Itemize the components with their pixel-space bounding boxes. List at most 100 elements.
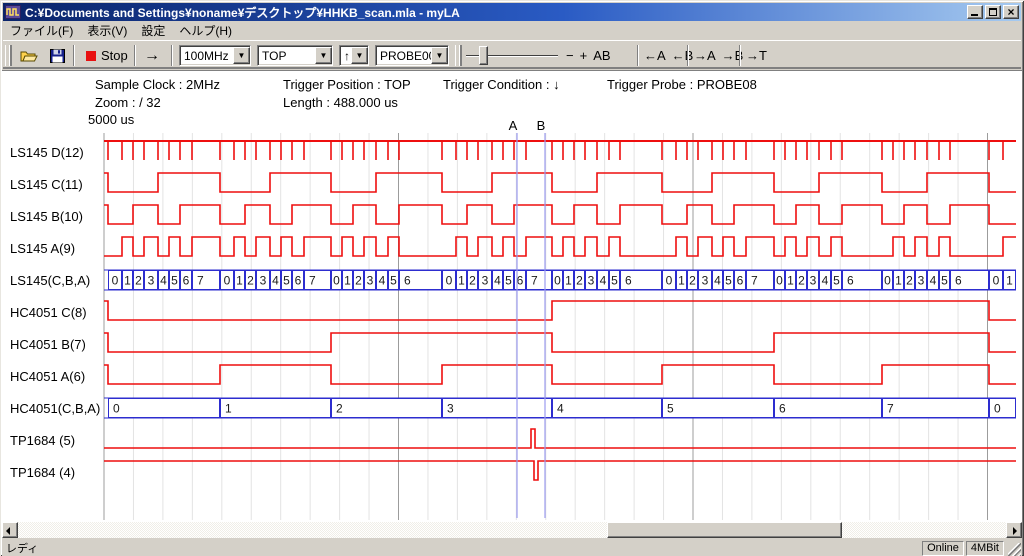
- bus-cell-value: 5: [390, 274, 397, 288]
- bus-cell-value: 1: [458, 274, 465, 288]
- bus-cell-value: 4: [600, 274, 607, 288]
- bus-cell: [883, 399, 989, 418]
- bus-cell-value: 1: [895, 274, 902, 288]
- bus-cell-value: 4: [379, 274, 386, 288]
- bus-cell-value: 4: [822, 274, 829, 288]
- bus-cell-value: 6: [295, 274, 302, 288]
- bit-waveform: [104, 365, 1016, 384]
- pulse-waveform: [104, 461, 1016, 480]
- channel-label: LS145 C(11): [10, 177, 83, 192]
- bus-cell-value: 1: [225, 402, 232, 416]
- channel-label: HC4051 B(7): [10, 337, 86, 352]
- bus-cell-value: 0: [993, 274, 1000, 288]
- bus-cell: [109, 399, 220, 418]
- bus-cell-value: 2: [576, 274, 583, 288]
- bus-cell-value: 3: [588, 274, 595, 288]
- bus-cell-value: 0: [884, 274, 891, 288]
- bit-waveform: [104, 173, 1016, 192]
- cursor-a-label: A: [509, 118, 518, 133]
- bus-cell-value: 6: [779, 402, 786, 416]
- resize-grip[interactable]: [1008, 543, 1021, 556]
- bus-cell-value: 2: [798, 274, 805, 288]
- bus-cell-value: 3: [482, 274, 489, 288]
- bus-cell-value: 4: [494, 274, 501, 288]
- bus-cell-value: 4: [930, 274, 937, 288]
- bus-cell: [221, 399, 331, 418]
- bus-cell-value: 3: [447, 402, 454, 416]
- bus-cell-value: 6: [847, 274, 854, 288]
- bus-cell: [553, 399, 662, 418]
- bus-cell-value: 3: [810, 274, 817, 288]
- bus-cell-value: 5: [283, 274, 290, 288]
- app-window: C:¥Documents and Settings¥noname¥デスクトップ¥…: [0, 0, 1024, 556]
- bus-cell-value: 6: [517, 274, 524, 288]
- bus-cell-value: 0: [666, 274, 673, 288]
- scroll-right-button[interactable]: [1006, 522, 1022, 538]
- bus-cell-value: 0: [446, 274, 453, 288]
- bus-cell-value: 2: [689, 274, 696, 288]
- bus-cell-value: 5: [171, 274, 178, 288]
- bit-waveform: [104, 237, 1016, 256]
- bus-cell-value: 6: [955, 274, 962, 288]
- bus-cell-value: 5: [505, 274, 512, 288]
- scroll-right-icon: [1013, 527, 1017, 535]
- bus-cell: [332, 399, 442, 418]
- bus-cell-value: 1: [1006, 274, 1013, 288]
- bit-waveform: [104, 333, 1016, 352]
- bus-cell-value: 0: [554, 274, 561, 288]
- bus-cell-value: 6: [625, 274, 632, 288]
- bus-cell-value: 3: [367, 274, 374, 288]
- bit-waveform: [104, 301, 1016, 320]
- bus-cell-value: 2: [906, 274, 913, 288]
- bus-cell: [775, 399, 882, 418]
- bus-cell-value: 3: [260, 274, 267, 288]
- status-ready-text: レディ: [2, 540, 922, 556]
- bus-cell-value: 3: [702, 274, 709, 288]
- bus-cell-value: 3: [918, 274, 925, 288]
- bus-cell-value: 2: [469, 274, 476, 288]
- bus-cell-value: 2: [135, 274, 142, 288]
- channel-label: LS145(C,B,A): [10, 273, 90, 288]
- scroll-left-icon: [6, 527, 10, 535]
- bus-cell-value: 0: [994, 402, 1001, 416]
- bus-cell-value: 5: [941, 274, 948, 288]
- bus-cell-value: 3: [148, 274, 155, 288]
- bus-cell-value: 1: [787, 274, 794, 288]
- bus-cell-value: 6: [404, 274, 411, 288]
- bus-cell-value: 2: [355, 274, 362, 288]
- bus-cell-value: 6: [183, 274, 190, 288]
- bus-cell-value: 5: [833, 274, 840, 288]
- bus-cell-value: 6: [737, 274, 744, 288]
- channel-label: TP1684 (5): [10, 433, 75, 448]
- bus-cell-value: 0: [776, 274, 783, 288]
- bus-cell-value: 0: [112, 274, 119, 288]
- bus-cell-value: 0: [113, 402, 120, 416]
- bus-cell-value: 2: [247, 274, 254, 288]
- bit-waveform: [104, 205, 1016, 224]
- bus-cell-value: 4: [272, 274, 279, 288]
- statusbar: レディ Online 4MBit: [2, 540, 1022, 556]
- waveform-plot[interactable]: LS145 D(12)LS145 C(11)LS145 B(10)LS145 A…: [0, 0, 1024, 540]
- bus-cell-value: 1: [124, 274, 131, 288]
- horizontal-scrollbar[interactable]: [2, 522, 1022, 538]
- channel-label: HC4051 A(6): [10, 369, 85, 384]
- channel-label: LS145 B(10): [10, 209, 83, 224]
- bus-cell-value: 0: [224, 274, 231, 288]
- bus-cell-value: 5: [611, 274, 618, 288]
- bus-cell-value: 7: [531, 274, 538, 288]
- bus-cell-value: 4: [160, 274, 167, 288]
- scrollbar-thumb[interactable]: [607, 522, 842, 538]
- bus-cell-value: 4: [557, 402, 564, 416]
- cursor-b-label: B: [537, 118, 546, 133]
- bus-cell-value: 1: [565, 274, 572, 288]
- channel-label: HC4051 C(8): [10, 305, 87, 320]
- bus-cell-value: 5: [725, 274, 732, 288]
- channel-label: TP1684 (4): [10, 465, 75, 480]
- bus-cell: [443, 399, 552, 418]
- bus-cell: [663, 399, 774, 418]
- bus-cell-value: 0: [333, 274, 340, 288]
- pulse-waveform: [104, 429, 1016, 448]
- status-memory-panel: 4MBit: [966, 541, 1004, 556]
- bus-cell-value: 4: [714, 274, 721, 288]
- scroll-left-button[interactable]: [2, 522, 18, 538]
